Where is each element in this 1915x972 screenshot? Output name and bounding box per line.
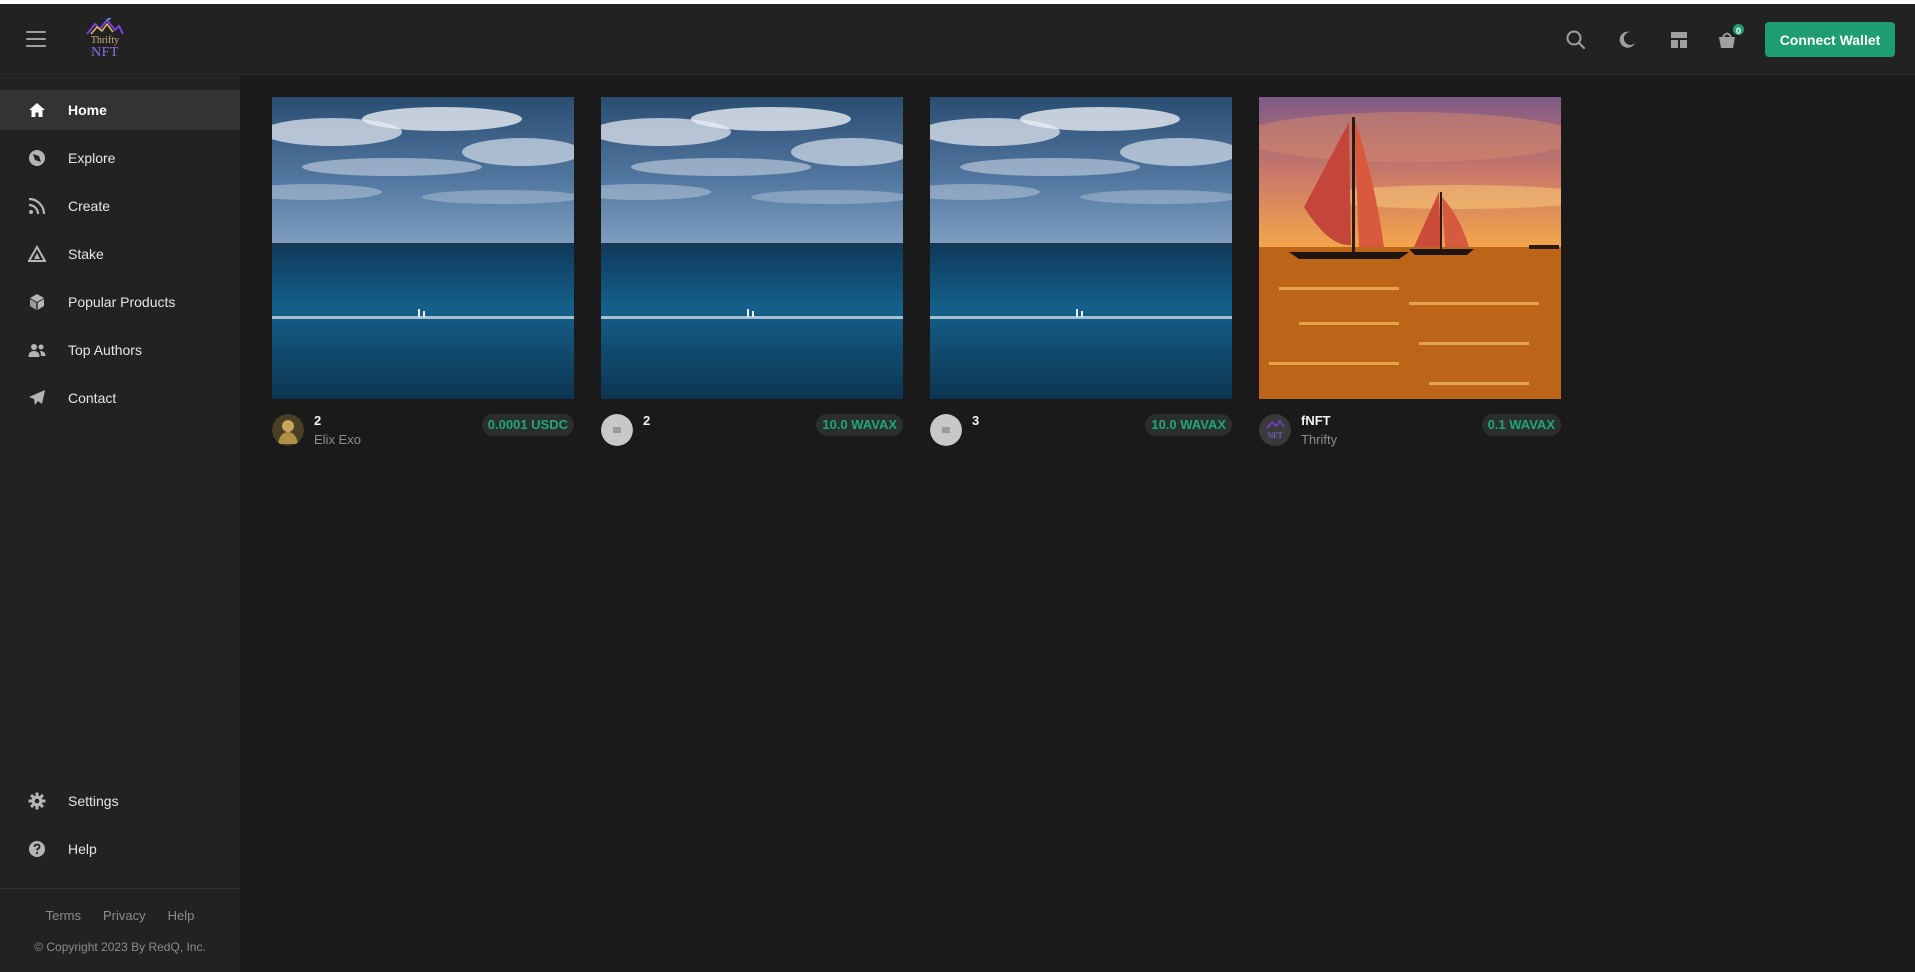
logo-text-bottom: NFT xyxy=(91,45,119,60)
sidebar-item-label: Contact xyxy=(68,390,117,406)
sidebar-item-top-authors[interactable]: Top Authors xyxy=(0,330,240,370)
card-title[interactable]: 2 xyxy=(314,413,321,428)
terms-link[interactable]: Terms xyxy=(46,908,81,923)
price-badge: 0.0001 USDC xyxy=(481,414,574,436)
sidebar-item-label: Settings xyxy=(68,793,119,809)
sidebar-item-popular-products[interactable]: Popular Products xyxy=(0,282,240,322)
sidebar-item-label: Explore xyxy=(68,150,116,166)
sidebar-item-label: Home xyxy=(68,102,107,118)
footer-links: Terms Privacy Help xyxy=(0,908,240,923)
help-link[interactable]: Help xyxy=(168,908,195,923)
logo-mountains-icon xyxy=(86,18,124,35)
search-icon[interactable] xyxy=(1565,29,1587,51)
compass-icon xyxy=(29,150,45,166)
sidebar-item-stake[interactable]: Stake xyxy=(0,234,240,274)
price-badge: 0.1 WAVAX xyxy=(1481,414,1561,436)
price-badge: 10.0 WAVAX xyxy=(1145,414,1232,436)
author-avatar[interactable] xyxy=(930,414,962,446)
connect-wallet-button[interactable]: Connect Wallet xyxy=(1765,22,1895,57)
sidebar-item-create[interactable]: Create xyxy=(0,186,240,226)
sidebar-item-help[interactable]: Help xyxy=(0,829,240,869)
card-title[interactable]: 3 xyxy=(972,413,979,428)
card-author[interactable]: Thrifty xyxy=(1301,432,1337,447)
sidebar-item-label: Help xyxy=(68,841,97,857)
cart-count-badge: 0 xyxy=(1731,22,1746,37)
cube-icon xyxy=(30,294,44,310)
top-header: Thrifty NFT 0 Connect Wallet xyxy=(0,4,1915,75)
thrifty-nft-logo[interactable]: Thrifty NFT xyxy=(85,18,125,62)
sidebar-item-label: Top Authors xyxy=(68,342,142,358)
author-avatar[interactable] xyxy=(601,414,633,446)
author-avatar[interactable]: NFT xyxy=(1259,414,1291,446)
svg-text:NFT: NFT xyxy=(1267,431,1282,440)
sidebar-item-label: Stake xyxy=(68,246,104,262)
nft-image-ocean[interactable] xyxy=(930,97,1232,399)
card-author[interactable]: Elix Exo xyxy=(314,432,361,447)
paper-plane-icon xyxy=(29,390,45,405)
nft-card[interactable]: NFT fNFT Thrifty 0.1 WAVAX xyxy=(1259,97,1561,457)
home-icon xyxy=(29,103,45,117)
help-circle-icon xyxy=(29,841,45,857)
layout-icon[interactable] xyxy=(1668,29,1690,51)
sidebar-item-home[interactable]: Home xyxy=(0,90,240,130)
privacy-link[interactable]: Privacy xyxy=(103,908,146,923)
sidebar-item-explore[interactable]: Explore xyxy=(0,138,240,178)
nft-card[interactable]: 2 10.0 WAVAX xyxy=(601,97,903,457)
sidebar-item-label: Create xyxy=(68,198,111,214)
triangle-icon xyxy=(28,245,46,262)
sidebar: Home Explore Create Stake Popular Produc… xyxy=(0,76,240,972)
sidebar-item-contact[interactable]: Contact xyxy=(0,378,240,418)
gear-icon xyxy=(28,792,46,810)
card-title[interactable]: fNFT xyxy=(1301,413,1331,428)
nft-image-ocean[interactable] xyxy=(272,97,574,399)
card-title[interactable]: 2 xyxy=(643,413,650,428)
author-avatar[interactable] xyxy=(272,414,304,446)
sidebar-divider xyxy=(0,888,240,889)
menu-icon[interactable] xyxy=(26,31,46,47)
moon-icon[interactable] xyxy=(1616,29,1638,51)
nft-image-sailboats[interactable] xyxy=(1259,97,1561,399)
price-badge: 10.0 WAVAX xyxy=(816,414,903,436)
nft-card[interactable]: 2 Elix Exo 0.0001 USDC xyxy=(272,97,574,457)
rss-icon xyxy=(28,197,46,215)
users-icon xyxy=(28,344,46,357)
cart-icon[interactable]: 0 xyxy=(1716,22,1746,51)
sidebar-item-settings[interactable]: Settings xyxy=(0,781,240,821)
copyright-text: © Copyright 2023 By RedQ, Inc. xyxy=(34,940,206,954)
nft-card[interactable]: 3 10.0 WAVAX xyxy=(930,97,1232,457)
nft-image-ocean[interactable] xyxy=(601,97,903,399)
sidebar-item-label: Popular Products xyxy=(68,294,176,310)
